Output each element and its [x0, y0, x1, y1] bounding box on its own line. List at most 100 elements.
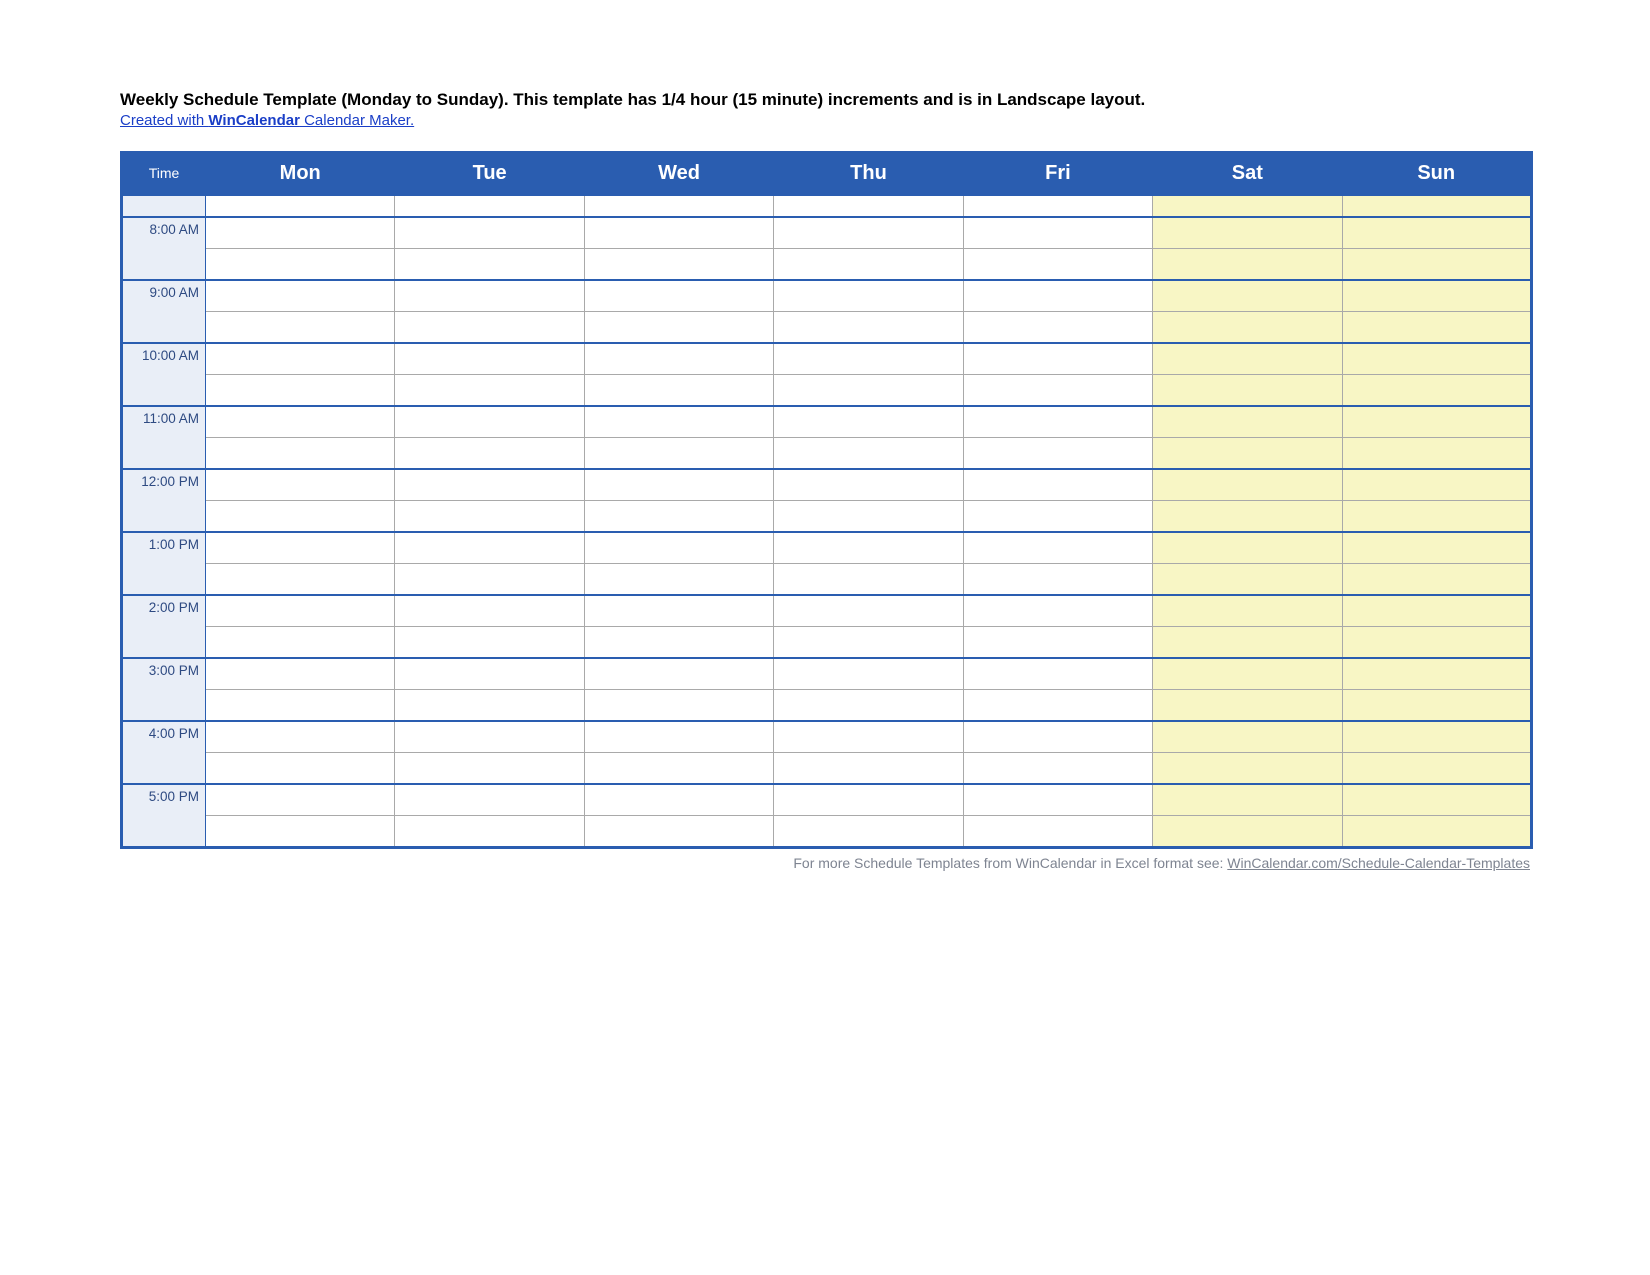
schedule-cell[interactable]	[206, 627, 395, 659]
schedule-cell[interactable]	[1342, 438, 1531, 470]
schedule-cell[interactable]	[963, 721, 1152, 753]
schedule-cell[interactable]	[1153, 595, 1342, 627]
schedule-cell[interactable]	[206, 469, 395, 501]
schedule-cell[interactable]	[1342, 501, 1531, 533]
schedule-cell[interactable]	[395, 627, 584, 659]
schedule-cell[interactable]	[963, 532, 1152, 564]
schedule-cell[interactable]	[1153, 343, 1342, 375]
schedule-cell[interactable]	[206, 658, 395, 690]
schedule-cell[interactable]	[774, 595, 963, 627]
schedule-cell[interactable]	[206, 343, 395, 375]
schedule-cell[interactable]	[206, 721, 395, 753]
schedule-cell[interactable]	[395, 375, 584, 407]
schedule-cell[interactable]	[1342, 469, 1531, 501]
schedule-cell[interactable]	[1342, 312, 1531, 344]
schedule-cell[interactable]	[395, 658, 584, 690]
schedule-cell[interactable]	[395, 406, 584, 438]
schedule-cell[interactable]	[1153, 784, 1342, 816]
schedule-cell[interactable]	[963, 690, 1152, 722]
schedule-cell[interactable]	[584, 784, 773, 816]
schedule-cell[interactable]	[774, 816, 963, 848]
schedule-cell[interactable]	[963, 249, 1152, 281]
schedule-cell[interactable]	[1153, 721, 1342, 753]
schedule-cell[interactable]	[206, 217, 395, 249]
schedule-cell[interactable]	[774, 375, 963, 407]
schedule-cell[interactable]	[774, 406, 963, 438]
schedule-cell[interactable]	[395, 816, 584, 848]
schedule-cell[interactable]	[206, 312, 395, 344]
schedule-cell[interactable]	[774, 217, 963, 249]
schedule-cell[interactable]	[1342, 406, 1531, 438]
schedule-cell[interactable]	[963, 595, 1152, 627]
schedule-cell[interactable]	[584, 532, 773, 564]
schedule-cell[interactable]	[395, 280, 584, 312]
schedule-cell[interactable]	[963, 195, 1152, 217]
schedule-cell[interactable]	[963, 469, 1152, 501]
schedule-cell[interactable]	[395, 438, 584, 470]
schedule-cell[interactable]	[584, 195, 773, 217]
schedule-cell[interactable]	[395, 469, 584, 501]
schedule-cell[interactable]	[1342, 195, 1531, 217]
schedule-cell[interactable]	[584, 564, 773, 596]
schedule-cell[interactable]	[1153, 280, 1342, 312]
schedule-cell[interactable]	[774, 249, 963, 281]
schedule-cell[interactable]	[395, 343, 584, 375]
schedule-cell[interactable]	[584, 658, 773, 690]
schedule-cell[interactable]	[963, 312, 1152, 344]
schedule-cell[interactable]	[395, 501, 584, 533]
schedule-cell[interactable]	[774, 627, 963, 659]
schedule-cell[interactable]	[1153, 816, 1342, 848]
schedule-cell[interactable]	[774, 195, 963, 217]
schedule-cell[interactable]	[1342, 627, 1531, 659]
schedule-cell[interactable]	[584, 217, 773, 249]
schedule-cell[interactable]	[774, 343, 963, 375]
schedule-cell[interactable]	[1342, 375, 1531, 407]
schedule-cell[interactable]	[584, 312, 773, 344]
schedule-cell[interactable]	[1342, 564, 1531, 596]
schedule-cell[interactable]	[206, 784, 395, 816]
schedule-cell[interactable]	[395, 784, 584, 816]
schedule-cell[interactable]	[584, 595, 773, 627]
schedule-cell[interactable]	[1153, 690, 1342, 722]
schedule-cell[interactable]	[584, 280, 773, 312]
schedule-cell[interactable]	[1342, 595, 1531, 627]
schedule-cell[interactable]	[1342, 343, 1531, 375]
schedule-cell[interactable]	[1342, 816, 1531, 848]
schedule-cell[interactable]	[774, 469, 963, 501]
schedule-cell[interactable]	[1342, 753, 1531, 785]
schedule-cell[interactable]	[584, 343, 773, 375]
schedule-cell[interactable]	[395, 721, 584, 753]
schedule-cell[interactable]	[206, 249, 395, 281]
schedule-cell[interactable]	[1153, 195, 1342, 217]
schedule-cell[interactable]	[963, 406, 1152, 438]
schedule-cell[interactable]	[206, 753, 395, 785]
schedule-cell[interactable]	[584, 753, 773, 785]
schedule-cell[interactable]	[584, 438, 773, 470]
schedule-cell[interactable]	[1153, 438, 1342, 470]
schedule-cell[interactable]	[774, 532, 963, 564]
schedule-cell[interactable]	[1153, 312, 1342, 344]
schedule-cell[interactable]	[584, 816, 773, 848]
schedule-cell[interactable]	[963, 438, 1152, 470]
schedule-cell[interactable]	[1342, 249, 1531, 281]
schedule-cell[interactable]	[395, 249, 584, 281]
schedule-cell[interactable]	[963, 627, 1152, 659]
schedule-cell[interactable]	[1342, 532, 1531, 564]
schedule-cell[interactable]	[963, 658, 1152, 690]
schedule-cell[interactable]	[584, 375, 773, 407]
schedule-cell[interactable]	[774, 501, 963, 533]
schedule-cell[interactable]	[584, 721, 773, 753]
schedule-cell[interactable]	[1342, 721, 1531, 753]
created-with-link[interactable]: Created with WinCalendar Calendar Maker.	[120, 112, 414, 129]
schedule-cell[interactable]	[774, 438, 963, 470]
schedule-cell[interactable]	[395, 195, 584, 217]
schedule-cell[interactable]	[774, 721, 963, 753]
schedule-cell[interactable]	[1342, 280, 1531, 312]
schedule-cell[interactable]	[1153, 753, 1342, 785]
schedule-cell[interactable]	[206, 690, 395, 722]
schedule-cell[interactable]	[206, 438, 395, 470]
schedule-cell[interactable]	[774, 690, 963, 722]
schedule-cell[interactable]	[963, 753, 1152, 785]
schedule-cell[interactable]	[584, 690, 773, 722]
schedule-cell[interactable]	[1153, 249, 1342, 281]
